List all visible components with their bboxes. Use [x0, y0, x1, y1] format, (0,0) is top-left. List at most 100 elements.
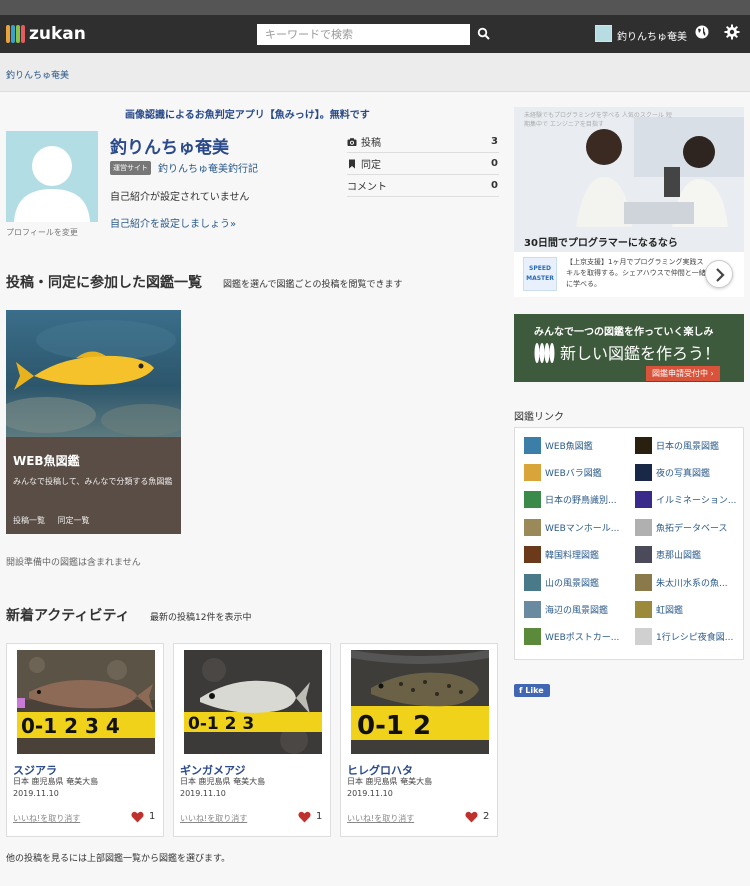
- unlike-link[interactable]: いいね!を取り消す: [347, 813, 414, 824]
- change-profile-link[interactable]: プロフィールを変更: [6, 227, 78, 238]
- zukan-link-item[interactable]: 恵那山図鑑: [635, 545, 745, 565]
- stat-value: 3: [491, 136, 498, 147]
- zukan-link-label: 夜の写真図鑑: [656, 468, 711, 479]
- zukan-link-label: 魚拓データベース: [656, 523, 728, 534]
- heart-icon[interactable]: [465, 811, 478, 823]
- zukan-logo[interactable]: zukan: [6, 23, 86, 45]
- activity-card[interactable]: 0-1 2 3 ギンガメアジ 日本 鹿児島県 奄美大島 2019.11.10 い…: [173, 643, 331, 837]
- zukan-link-thumbnail: [635, 600, 652, 618]
- zukan-link-thumbnail: [524, 518, 541, 536]
- zukan-link-label: 虹図鑑: [656, 605, 684, 616]
- zukan-link-item[interactable]: 海辺の風景図鑑: [524, 599, 634, 619]
- zukan-link-label: WEB魚図鑑: [545, 441, 593, 452]
- zukan-link-item[interactable]: 1行レシピ夜食図...: [635, 627, 745, 647]
- zukan-card-desc: みんなで投稿して、みんなで分類する魚図鑑: [13, 477, 173, 486]
- user-name-link[interactable]: 釣りんちゅ奄美: [617, 28, 687, 43]
- activity-photo[interactable]: 0-1 2 3: [184, 650, 322, 754]
- zukan-link-item[interactable]: 朱太川水系の魚...: [635, 572, 745, 592]
- heart-icon[interactable]: [298, 811, 311, 823]
- logo-text: zukan: [29, 24, 86, 44]
- ad-headline[interactable]: 30日間でプログラマーになるなら: [524, 234, 678, 249]
- zukan-link-item[interactable]: WEBバラ図鑑: [524, 462, 634, 482]
- zukan-link-label: WEBポストカー...: [545, 633, 620, 644]
- search-icon[interactable]: [477, 27, 491, 41]
- gear-icon[interactable]: [724, 24, 740, 40]
- activity-date: 2019.11.10: [347, 789, 393, 798]
- search-input[interactable]: [257, 24, 470, 45]
- like-count: 1: [316, 811, 323, 822]
- apply-button[interactable]: 図鑑申請受付中 ›: [646, 366, 720, 381]
- site-link[interactable]: 釣りんちゅ奄美釣行記: [158, 160, 258, 175]
- zukan-card[interactable]: WEB魚図鑑 みんなで投稿して、みんなで分類する魚図鑑 投稿一覧 同定一覧: [6, 310, 181, 534]
- profile-avatar[interactable]: [6, 131, 98, 222]
- zukan-link-item[interactable]: 日本の野鳥識別...: [524, 490, 634, 510]
- zukan-link-label: イルミネーション...: [656, 496, 737, 507]
- set-intro-link[interactable]: 自己紹介を設定しましょう»: [110, 215, 236, 230]
- zukan-link-label: WEBバラ図鑑: [545, 468, 602, 479]
- stat-identifications[interactable]: 同定 0: [347, 153, 499, 175]
- zukan-card-links: 投稿一覧 同定一覧: [13, 515, 100, 526]
- programming-school-ad[interactable]: 未経験でもプログラミングを学べる 人気のスクール 短期集中で エンジニアを目指す…: [514, 107, 744, 297]
- zukan-link-item[interactable]: 日本の風景図鑑: [635, 435, 745, 455]
- zukan-link-item[interactable]: 韓国料理図鑑: [524, 545, 634, 565]
- zukan-card-photo: [6, 310, 181, 437]
- identification-list-link[interactable]: 同定一覧: [58, 516, 90, 525]
- logo-icon: [6, 25, 25, 43]
- ad-footer: SPEED MASTER 【上京支援】1ヶ月でプログラミング実践スキルを取得する…: [514, 252, 744, 297]
- activity-footer-note: 他の投稿を見るには上部図鑑一覧から図鑑を選びます。: [6, 854, 231, 864]
- breadcrumb-bar: 釣りんちゅ奄美: [0, 53, 750, 92]
- activity-photo[interactable]: 0-1 2: [351, 650, 489, 754]
- posts-list-link[interactable]: 投稿一覧: [13, 516, 45, 525]
- zukan-link-thumbnail: [524, 628, 541, 646]
- zukan-link-item[interactable]: WEBマンホール...: [524, 517, 634, 537]
- activity-location: 日本 鹿児島県 奄美大島: [180, 777, 266, 786]
- stat-comments[interactable]: コメント 0: [347, 175, 499, 197]
- ad-next-button[interactable]: [705, 260, 733, 288]
- stat-label: コメント: [347, 182, 387, 193]
- activity-location: 日本 鹿児島県 奄美大島: [347, 777, 433, 786]
- zukan-link-item[interactable]: 夜の写真図鑑: [635, 462, 745, 482]
- intro-text: 自己紹介が設定されていません: [110, 192, 250, 203]
- heart-icon[interactable]: [131, 811, 144, 823]
- profile-name: 釣りんちゅ奄美: [110, 138, 229, 158]
- stat-label: 投稿: [361, 138, 381, 149]
- svg-text:0-1 2 3 4: 0-1 2 3 4: [21, 714, 120, 738]
- facebook-like-button[interactable]: f Like: [514, 684, 550, 697]
- zukan-link-item[interactable]: イルミネーション...: [635, 490, 745, 510]
- like-count: 2: [483, 811, 490, 822]
- zukan-link-thumbnail: [635, 628, 652, 646]
- activity-card[interactable]: 0-1 2 3 4 スジアラ 日本 鹿児島県 奄美大島 2019.11.10 い…: [6, 643, 164, 837]
- activity-card[interactable]: 0-1 2 ヒレグロハタ 日本 鹿児島県 奄美大島 2019.11.10 いいね…: [340, 643, 498, 837]
- unlike-link[interactable]: いいね!を取り消す: [180, 813, 247, 824]
- zukan-link-item[interactable]: 虹図鑑: [635, 599, 745, 619]
- promo-link[interactable]: 画像認識によるお魚判定アプリ【魚みっけ】。無料です: [125, 106, 370, 121]
- zukan-link-item[interactable]: WEB魚図鑑: [524, 435, 634, 455]
- activity-photo[interactable]: 0-1 2 3 4: [17, 650, 155, 754]
- profile-stats: 投稿 3 同定 0 コメント 0: [347, 131, 499, 197]
- top-strip: [0, 0, 750, 15]
- like-count: 1: [149, 811, 156, 822]
- banner-tagline: みんなで一つの図鑑を作っていく楽しみ: [534, 327, 714, 338]
- default-avatar-icon: [14, 146, 90, 222]
- zukan-link-thumbnail: [635, 463, 652, 481]
- globe-icon[interactable]: [694, 24, 710, 40]
- activity-date: 2019.11.10: [13, 789, 59, 798]
- new-zukan-banner[interactable]: みんなで一つの図鑑を作っていく楽しみ 新しい図鑑を作ろう！ 図鑑申請受付中 ›: [514, 314, 744, 382]
- zukan-card-title[interactable]: WEB魚図鑑: [13, 452, 80, 469]
- zukan-link-label: 1行レシピ夜食図...: [656, 633, 734, 644]
- ad-body-text: 【上京支援】1ヶ月でプログラミング実践スキルを取得する。シェアハウスで仲間と一緒…: [566, 258, 706, 288]
- zukan-link-item[interactable]: 魚拓データベース: [635, 517, 745, 537]
- zukan-link-thumbnail: [524, 600, 541, 618]
- zukan-link-label: 恵那山図鑑: [656, 551, 702, 562]
- zukan-link-item[interactable]: WEBポストカー...: [524, 627, 634, 647]
- zukan-link-label: 日本の風景図鑑: [656, 441, 720, 452]
- stat-posts[interactable]: 投稿 3: [347, 131, 499, 153]
- stat-value: 0: [491, 180, 498, 191]
- breadcrumb[interactable]: 釣りんちゅ奄美: [6, 68, 69, 81]
- user-avatar[interactable]: [595, 25, 612, 42]
- zukan-link-label: 山の風景図鑑: [545, 578, 600, 589]
- zukan-link-item[interactable]: 山の風景図鑑: [524, 572, 634, 592]
- zukan-link-label: 朱太川水系の魚...: [656, 578, 728, 589]
- zukan-section-title: 投稿・同定に参加した図鑑一覧: [6, 275, 202, 291]
- unlike-link[interactable]: いいね!を取り消す: [13, 813, 80, 824]
